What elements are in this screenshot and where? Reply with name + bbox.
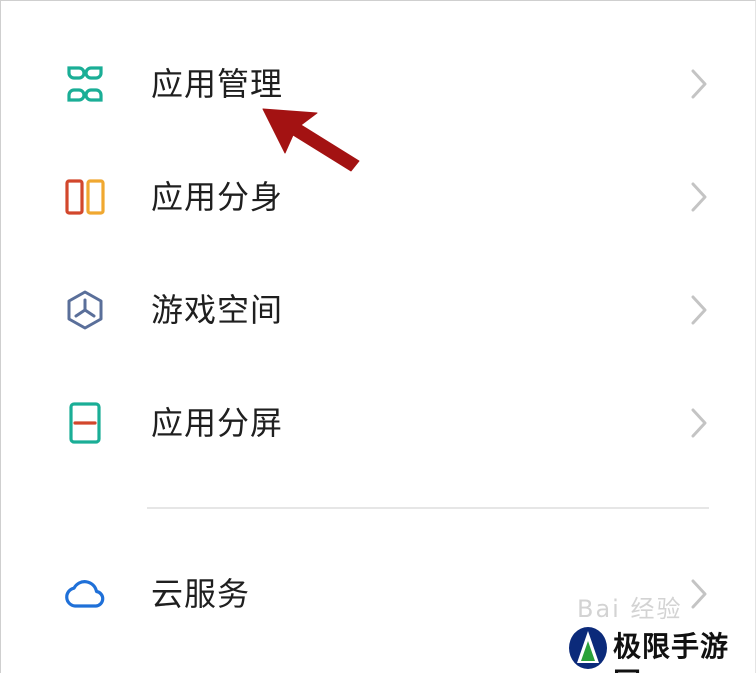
chevron-right-icon — [691, 69, 707, 99]
chevron-right-icon — [691, 408, 707, 438]
settings-item-label: 云服务 — [151, 575, 251, 613]
game-space-icon — [67, 290, 103, 330]
settings-item-label: 游戏空间 — [151, 291, 284, 329]
section-divider — [147, 507, 709, 509]
chevron-right-icon — [691, 295, 707, 325]
settings-item-app-management[interactable]: 应用管理 — [1, 29, 755, 139]
brand-badge: 极限手游网 — [561, 621, 755, 673]
settings-item-split-screen[interactable]: 应用分屏 — [1, 368, 755, 478]
settings-item-label: 应用分屏 — [151, 404, 284, 442]
cloud-icon — [65, 580, 105, 608]
chevron-right-icon — [691, 182, 707, 212]
brand-name: 极限手游网 — [613, 630, 730, 673]
settings-item-game-space[interactable]: 游戏空间 — [1, 255, 755, 365]
settings-screen: 应用管理 应用分身 游戏空间 应用分屏 云服务 Bai 经验 极限手游 — [0, 0, 756, 673]
watermark-text: Bai 经验 — [577, 595, 683, 623]
brand-logo-icon — [569, 627, 607, 669]
split-screen-icon — [69, 402, 101, 444]
settings-item-app-clone[interactable]: 应用分身 — [1, 142, 755, 252]
annotation-arrow-icon — [262, 108, 360, 172]
app-management-icon — [67, 66, 103, 102]
chevron-right-icon — [691, 579, 707, 609]
app-clone-icon — [65, 179, 105, 215]
